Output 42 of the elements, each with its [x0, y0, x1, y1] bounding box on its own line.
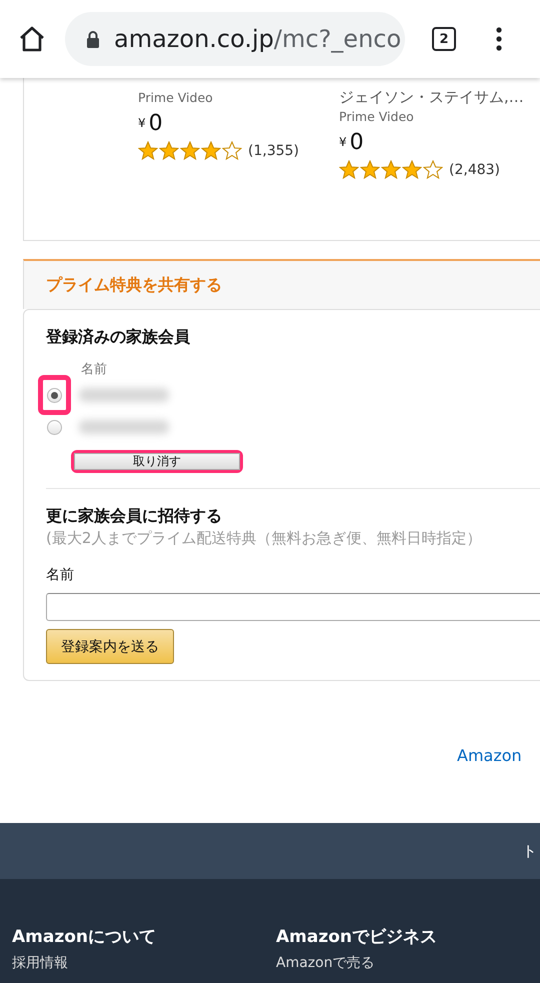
back-to-top-text: ト: [522, 842, 538, 860]
home-icon[interactable]: [19, 26, 45, 52]
send-invite-button[interactable]: 登録案内を送る: [46, 629, 174, 664]
section-heading: 登録済みの家族会員: [46, 326, 191, 348]
currency-symbol: ¥: [138, 116, 146, 130]
video-source: Prime Video: [339, 108, 415, 126]
price: 0: [148, 111, 163, 137]
footer-link[interactable]: Amazonで売る: [276, 954, 540, 972]
footer-heading: Amazonについて: [12, 926, 158, 948]
prime-link[interactable]: Amazon: [457, 746, 540, 764]
star-icon: [201, 141, 221, 161]
star-icon: [339, 160, 359, 180]
lock-icon: [86, 30, 100, 48]
footer-link[interactable]: 採用情報: [12, 954, 276, 972]
column-label: 名前: [81, 361, 108, 378]
review-count[interactable]: (1,355): [248, 143, 300, 159]
footer-heading: Amazonでビジネス: [276, 926, 438, 948]
cast-names: ジェイソン・ステイサム,…: [339, 88, 525, 107]
video-source: Prime Video: [138, 89, 214, 107]
field-label: 名前: [46, 566, 75, 584]
radio-button[interactable]: [47, 388, 62, 402]
star-icon: [138, 141, 158, 161]
section-header: プライム特典を共有する: [23, 259, 540, 309]
radio-button[interactable]: [47, 420, 62, 434]
star-icon: [180, 141, 200, 161]
menu-icon[interactable]: [496, 27, 502, 51]
section-heading: 更に家族会員に招待する: [46, 505, 223, 527]
back-to-top-bar[interactable]: ト: [0, 823, 540, 879]
star-icon: [423, 160, 443, 180]
address-bar[interactable]: amazon.co.jp/mc?_enco: [65, 12, 405, 66]
price: 0: [350, 130, 364, 156]
currency-symbol: ¥: [339, 135, 347, 149]
star-icon: [222, 141, 242, 161]
tab-count-button[interactable]: 2: [432, 27, 456, 51]
star-icon: [381, 160, 401, 180]
review-count[interactable]: (2,483): [449, 162, 500, 178]
star-icon: [159, 141, 179, 161]
name-field[interactable]: [46, 593, 540, 621]
invite-note: (最大2人までプライム配送特典（無料お急ぎ便、無料日時指定）: [46, 529, 482, 548]
star-icon: [360, 160, 380, 180]
star-icon: [402, 160, 422, 180]
cancel-button[interactable]: 取り消す: [74, 453, 240, 470]
